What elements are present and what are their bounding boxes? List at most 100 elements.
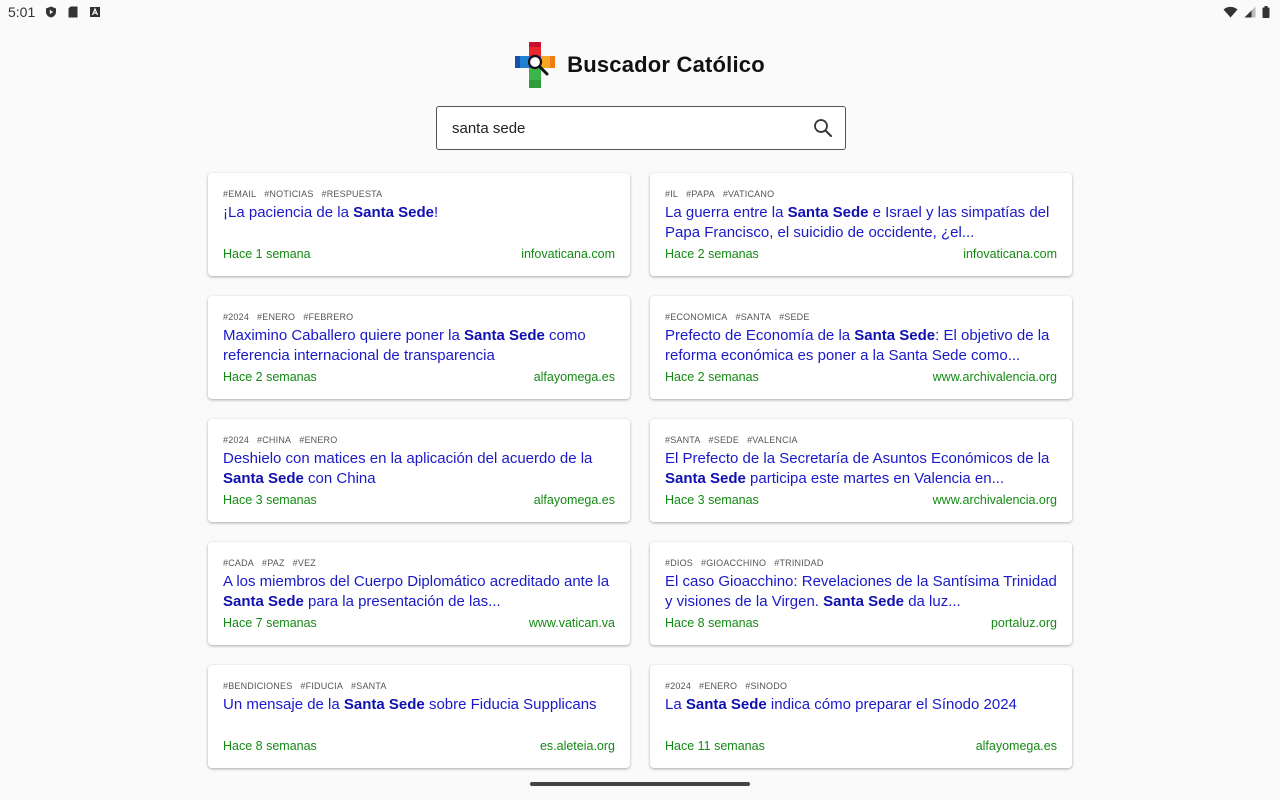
result-meta: Hace 3 semanas www.archivalencia.org [665, 493, 1057, 507]
result-card[interactable]: #2024 #china #enero Deshielo con matices en… [208, 419, 630, 522]
tag: #il [665, 189, 679, 199]
result-time: Hace 1 semana [223, 247, 311, 261]
result-meta: Hace 11 semanas alfayomega.es [665, 739, 1057, 753]
app-title: Buscador Católico [567, 52, 765, 77]
result-title-link[interactable]: Prefecto de Economía de la Santa Sede: E… [665, 326, 1057, 366]
result-card[interactable]: #bendiciones #fiducia #santa Un mensaje de … [208, 665, 630, 768]
tag: #2024 [665, 681, 692, 691]
tag: #enero [699, 681, 738, 691]
title-text: Deshielo con matices en la aplicación de… [223, 450, 593, 467]
result-card[interactable]: #2024 #enero #febrero Maximino Caballero qu… [208, 296, 630, 399]
result-time: Hace 3 semanas [665, 493, 759, 507]
home-indicator[interactable] [530, 782, 750, 786]
tag: #noticias [264, 189, 314, 199]
tag: #valencia [747, 435, 798, 445]
search-icon [814, 119, 832, 137]
result-time: Hace 2 semanas [665, 247, 759, 261]
result-card[interactable]: #dios #gioacchino #trinidad El caso Gioacch… [650, 542, 1072, 645]
title-highlight: Santa Sede [787, 204, 869, 221]
result-card[interactable]: #email #noticias #respuesta ¡La paciencia d… [208, 173, 630, 276]
title-highlight: Santa Sede [353, 204, 434, 221]
result-tags: #bendiciones #fiducia #santa [223, 680, 615, 692]
tag: #cada [223, 558, 255, 568]
result-title-link[interactable]: El caso Gioacchino: Revelaciones de la S… [665, 572, 1057, 612]
result-meta: Hace 8 semanas portaluz.org [665, 616, 1057, 630]
status-time: 5:01 [8, 4, 36, 20]
result-card[interactable]: #santa #sede #valencia El Prefecto de la Se… [650, 419, 1072, 522]
signal-icon [1244, 6, 1256, 18]
result-tags: #email #noticias #respuesta [223, 188, 615, 200]
result-title-link[interactable]: ¡La paciencia de la Santa Sede! [223, 203, 615, 243]
tag: #china [257, 435, 292, 445]
tag: #economica [665, 312, 728, 322]
result-title-link[interactable]: A los miembros del Cuerpo Diplomático ac… [223, 572, 615, 612]
tag: #santa [665, 435, 701, 445]
tag: #respuesta [321, 189, 383, 199]
title-text: Prefecto de Economía de la [665, 327, 855, 344]
tag: #dios [665, 558, 694, 568]
result-tags: #santa #sede #valencia [665, 434, 1057, 446]
result-tags: #cada #paz #vez [223, 557, 615, 569]
tag: #santa [351, 681, 387, 691]
result-time: Hace 2 semanas [665, 370, 759, 384]
result-tags: #2024 #china #enero [223, 434, 615, 446]
search-box [436, 106, 846, 150]
result-time: Hace 7 semanas [223, 616, 317, 630]
tag: #fiducia [300, 681, 344, 691]
result-card[interactable]: #cada #paz #vez A los miembros del Cuerpo D… [208, 542, 630, 645]
result-source: www.archivalencia.org [932, 370, 1057, 384]
title-highlight: Santa Sede [665, 470, 746, 487]
result-source: alfayomega.es [533, 370, 615, 384]
title-highlight: Santa Sede [223, 593, 304, 610]
tag: #paz [262, 558, 285, 568]
result-meta: Hace 2 semanas alfayomega.es [223, 370, 615, 384]
title-text: La guerra entre la [665, 204, 788, 221]
result-meta: Hace 1 semana infovaticana.com [223, 247, 615, 261]
result-title-link[interactable]: La guerra entre la Santa Sede e Israel y… [665, 203, 1057, 243]
tag: #sinodo [745, 681, 788, 691]
title-highlight: Santa Sede [854, 327, 936, 344]
search-button[interactable] [801, 106, 845, 150]
result-title-link[interactable]: Deshielo con matices en la aplicación de… [223, 449, 615, 489]
result-meta: Hace 3 semanas alfayomega.es [223, 493, 615, 507]
result-source: infovaticana.com [521, 247, 615, 261]
result-tags: #il #papa #vaticano [665, 188, 1057, 200]
title-highlight: Santa Sede [343, 696, 425, 713]
status-bar: 5:01 [0, 0, 1280, 24]
result-tags: #economica #santa #sede [665, 311, 1057, 323]
tag: #santa [735, 312, 772, 322]
result-tags: #dios #gioacchino #trinidad [665, 557, 1057, 569]
results-grid: #email #noticias #respuesta ¡La paciencia d… [208, 173, 1072, 768]
result-title-link[interactable]: La Santa Sede indica cómo preparar el Sí… [665, 695, 1057, 735]
tag: #email [223, 189, 257, 199]
result-title-link[interactable]: El Prefecto de la Secretaría de Asuntos … [665, 449, 1057, 489]
title-highlight: Santa Sede [823, 593, 905, 610]
shield-play-icon [46, 6, 57, 18]
tag: #bendiciones [223, 681, 293, 691]
title-highlight: Santa Sede [685, 696, 767, 713]
title-text: indica cómo preparar el Sínodo 2024 [766, 696, 1017, 713]
result-card[interactable]: #2024 #enero #sinodo La Santa Sede indica c… [650, 665, 1072, 768]
result-card[interactable]: #il #papa #vaticano La guerra entre la Sant… [650, 173, 1072, 276]
tag: #sede [779, 312, 810, 322]
result-source: www.archivalencia.org [932, 493, 1057, 507]
title-text: da luz... [904, 593, 961, 610]
result-title-link[interactable]: Un mensaje de la Santa Sede sobre Fiduci… [223, 695, 615, 735]
result-tags: #2024 #enero #febrero [223, 311, 615, 323]
tag: #vaticano [722, 189, 775, 199]
result-title-link[interactable]: Maximino Caballero quiere poner la Santa… [223, 326, 615, 366]
title-text: sobre Fiducia Supplicans [424, 696, 597, 713]
title-text: para la presentación de las... [303, 593, 501, 610]
result-meta: Hace 8 semanas es.aleteia.org [223, 739, 615, 753]
tag: #gioacchino [701, 558, 767, 568]
title-text: con China [303, 470, 376, 487]
tag: #enero [299, 435, 338, 445]
result-tags: #2024 #enero #sinodo [665, 680, 1057, 692]
result-time: Hace 8 semanas [665, 616, 759, 630]
result-meta: Hace 2 semanas www.archivalencia.org [665, 370, 1057, 384]
title-text: A los miembros del Cuerpo Diplomático ac… [223, 573, 610, 590]
search-input[interactable] [437, 118, 801, 138]
result-meta: Hace 2 semanas infovaticana.com [665, 247, 1057, 261]
result-time: Hace 3 semanas [223, 493, 317, 507]
result-card[interactable]: #economica #santa #sede Prefecto de Economí… [650, 296, 1072, 399]
